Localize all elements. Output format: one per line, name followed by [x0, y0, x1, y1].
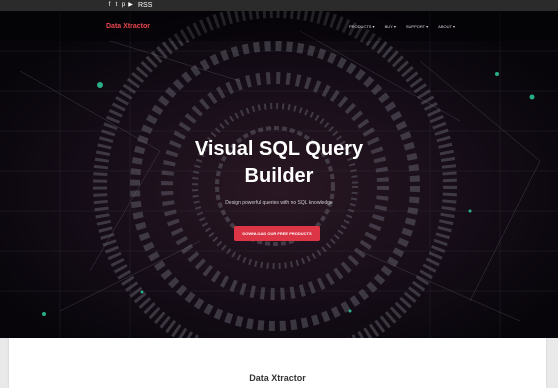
hero-headline-line2: Builder	[244, 165, 314, 187]
hero-headline: Visual SQL Query Builder	[0, 136, 558, 190]
download-free-products-button[interactable]: DOWNLOAD OUR FREE PRODUCTS	[234, 226, 320, 241]
youtube-icon[interactable]: ▶	[128, 1, 133, 10]
hero-subtitle: Design powerful queries with no SQL know…	[225, 200, 333, 206]
section-title: Data Xtractor	[249, 373, 306, 383]
main-navbar	[0, 11, 558, 41]
brand-logo[interactable]: Data Xtractor	[106, 23, 150, 31]
facebook-icon[interactable]: f	[107, 1, 112, 10]
pinterest-icon[interactable]: p	[121, 1, 126, 10]
menu-support[interactable]: SUPPORT ▾	[406, 24, 428, 30]
menu-products[interactable]: PRODUCTS ▾	[349, 24, 375, 30]
twitter-icon[interactable]: t	[114, 1, 119, 10]
menu-about[interactable]: ABOUT ▾	[438, 24, 455, 30]
top-bar: f t p ▶ RSS	[0, 0, 558, 11]
menu-buy[interactable]: BUY ▾	[385, 24, 396, 30]
social-links: f t p ▶ RSS	[107, 1, 153, 10]
hero-headline-line1: Visual SQL Query	[194, 138, 364, 160]
content-card: Data Xtractor	[9, 338, 546, 388]
rss-link[interactable]: RSS	[138, 1, 152, 10]
nav-menu: PRODUCTS ▾ BUY ▾ SUPPORT ▾ ABOUT ▾	[349, 24, 455, 30]
